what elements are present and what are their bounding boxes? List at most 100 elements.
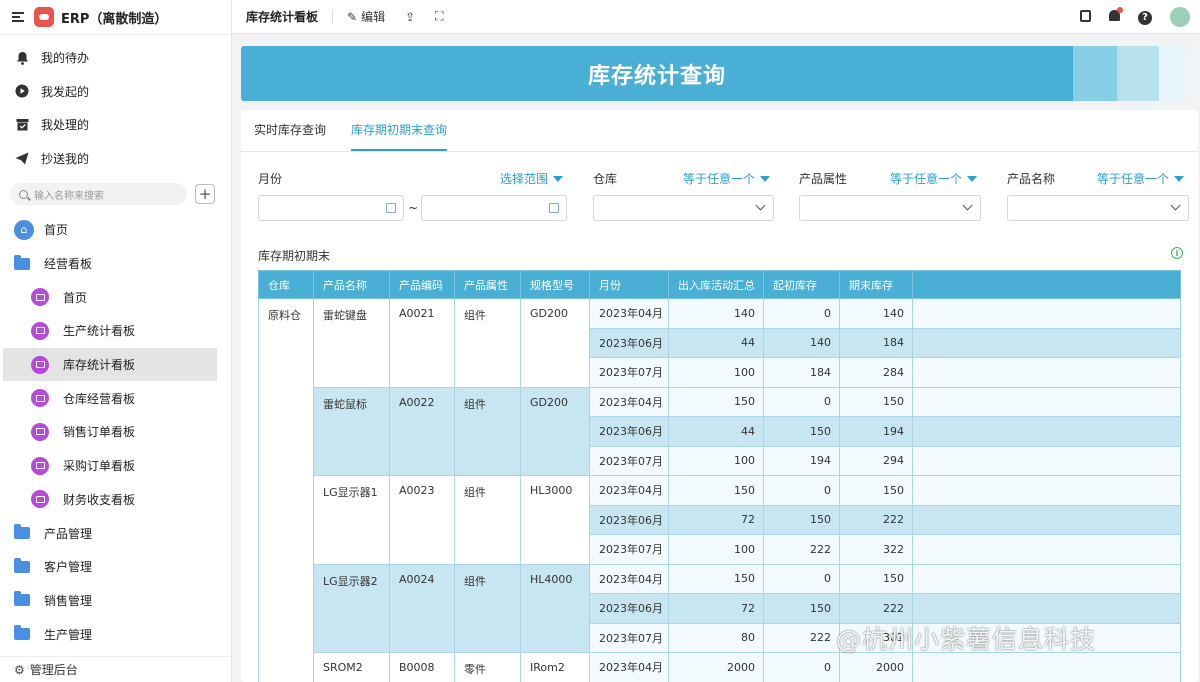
table-cell: 194 (763, 445, 840, 476)
panel-icon[interactable] (1080, 9, 1091, 25)
caret-down-icon (1174, 175, 1185, 182)
table-cell: A0023 (389, 475, 455, 565)
month-end-input[interactable] (421, 195, 567, 221)
filter-attr-op[interactable]: 等于任意一个 (890, 170, 978, 187)
table-cell: 140 (763, 327, 840, 358)
sidebar-item[interactable]: 经营看板 (0, 247, 217, 281)
edit-button[interactable]: ✎ 编辑 (347, 8, 385, 25)
table-row[interactable]: 原料仓 雷蛇键盘 A0021 组件 GD200 2023年04月 140 0 140 (258, 298, 1181, 682)
sidebar-item-label: 客户管理 (44, 560, 93, 575)
sidebar-item[interactable]: 首页 (0, 280, 217, 314)
table-row[interactable]: SROM2 B0008 零件 IRom2 2023年04月 2000 0 2000 (259, 652, 1181, 682)
menu-icon[interactable] (12, 12, 24, 22)
table-cell: 雷蛇键盘 (313, 298, 390, 388)
table-cell: SROM2 (313, 652, 390, 682)
tab-period[interactable]: 库存期初期末查询 (351, 121, 448, 151)
table-cell (912, 298, 1181, 329)
quick-item-initiated[interactable]: 我发起的 (0, 75, 231, 109)
sidebar-item[interactable]: ⌂ 首页 (0, 213, 217, 247)
name-select[interactable] (1007, 195, 1189, 221)
caret-down-icon (553, 175, 564, 182)
column-header[interactable]: 仓库 (258, 270, 314, 299)
table-cell (912, 327, 1181, 358)
sidebar-item[interactable]: 生产统计看板 (0, 314, 217, 348)
table-cell: 150 (839, 386, 913, 417)
sidebar-item[interactable]: 生产管理 (0, 617, 217, 651)
warehouse-select[interactable] (593, 195, 774, 221)
sidebar-item-label: 仓库经营看板 (63, 391, 136, 406)
bell-icon (15, 51, 29, 65)
caret-down-icon (967, 175, 978, 182)
filter-name-op[interactable]: 等于任意一个 (1097, 170, 1185, 187)
range-separator: ~ (408, 201, 419, 215)
avatar[interactable] (1170, 7, 1190, 27)
column-header[interactable]: 月份 (589, 270, 669, 299)
notification-badge (1117, 7, 1123, 13)
notification-icon[interactable] (1109, 7, 1123, 24)
sidebar-item[interactable]: 仓库经营看板 (0, 381, 217, 415)
table-cell: 2023年04月 (589, 563, 669, 594)
table-cell: 组件 (454, 386, 521, 476)
column-header[interactable]: 起初库存 (763, 270, 840, 299)
folder-icon (14, 524, 30, 540)
sidebar-item[interactable]: 销售管理 (0, 584, 217, 618)
sidebar-item-label: 生产统计看板 (63, 324, 136, 339)
attr-select[interactable] (799, 195, 981, 221)
column-header[interactable]: 产品名称 (313, 270, 390, 299)
table-cell: GD200 (520, 298, 590, 388)
share-icon[interactable]: ⇪ (405, 10, 415, 24)
table-cell (912, 475, 1181, 506)
quick-item-handled[interactable]: 我处理的 (0, 108, 231, 142)
sidebar-item[interactable]: 客户管理 (0, 550, 217, 584)
table-cell: HL3000 (520, 475, 590, 565)
sidebar: ERP（离散制造） 我的待办 我发起的 我处理的 抄送我的 输入名称来搜索 + … (0, 0, 232, 682)
table-cell (912, 445, 1181, 476)
table-cell (912, 416, 1181, 447)
filter-name-label: 产品名称 (1007, 172, 1056, 186)
quick-item-todo[interactable]: 我的待办 (0, 41, 231, 75)
column-header[interactable]: 期末库存 (839, 270, 913, 299)
table-row[interactable]: LG显示器1 A0023 组件 HL3000 2023年04月 150 0 150 (259, 475, 1181, 565)
filter-warehouse-op[interactable]: 等于任意一个 (683, 170, 771, 187)
filter-month-op[interactable]: 选择范围 (500, 170, 564, 187)
table-cell: 0 (763, 563, 840, 594)
table-cell: 2023年04月 (589, 386, 669, 417)
app-title: ERP（离散制造） (61, 11, 168, 27)
tab-realtime[interactable]: 实时库存查询 (254, 121, 326, 151)
quick-item-cc[interactable]: 抄送我的 (0, 142, 231, 176)
calendar-icon (549, 203, 559, 213)
table-row[interactable]: 雷蛇鼠标 A0022 组件 GD200 2023年04月 150 0 150 (259, 386, 1181, 476)
table-cell: 2023年04月 (589, 475, 669, 506)
month-start-input[interactable] (258, 195, 404, 221)
table-cell: 284 (839, 357, 913, 388)
table-cell: 150 (839, 563, 913, 594)
search-input[interactable]: 输入名称来搜索 (10, 183, 187, 205)
column-header[interactable]: 出入库活动汇总 (668, 270, 764, 299)
sidebar-item[interactable]: 采购订单看板 (0, 449, 217, 483)
column-header[interactable]: 产品编码 (389, 270, 455, 299)
table-cell: 2023年06月 (589, 327, 669, 358)
table-cell: A0021 (389, 298, 455, 388)
table-cell: 80 (668, 622, 764, 653)
table-cell: 194 (839, 416, 913, 447)
table-cell: 150 (668, 563, 764, 594)
column-header[interactable]: 规格型号 (520, 270, 590, 299)
column-header[interactable]: 产品属性 (454, 270, 521, 299)
fullscreen-icon[interactable]: ⛶ (435, 9, 443, 24)
sidebar-item[interactable]: 销售订单看板 (0, 415, 217, 449)
sidebar-item[interactable]: 产品管理 (0, 516, 217, 550)
sidebar-item[interactable]: 库存统计看板 (3, 347, 217, 382)
sidebar-item-label: 生产管理 (44, 627, 93, 642)
help-icon[interactable]: ? (1138, 9, 1152, 25)
table-cell: 44 (668, 416, 764, 447)
table-cell: 150 (668, 475, 764, 506)
admin-link[interactable]: ⚙ 管理后台 (0, 656, 231, 682)
filter-month-label: 月份 (258, 172, 283, 186)
topbar-actions: ? (1080, 0, 1200, 34)
sidebar-item[interactable]: 财务收支看板 (0, 483, 217, 517)
table-cell: 150 (668, 386, 764, 417)
add-button[interactable]: + (195, 184, 215, 204)
table-row[interactable]: LG显示器2 A0024 组件 HL4000 2023年04月 150 0 150 (259, 563, 1181, 653)
folder-icon (14, 254, 30, 270)
info-icon[interactable]: i (1171, 247, 1183, 259)
